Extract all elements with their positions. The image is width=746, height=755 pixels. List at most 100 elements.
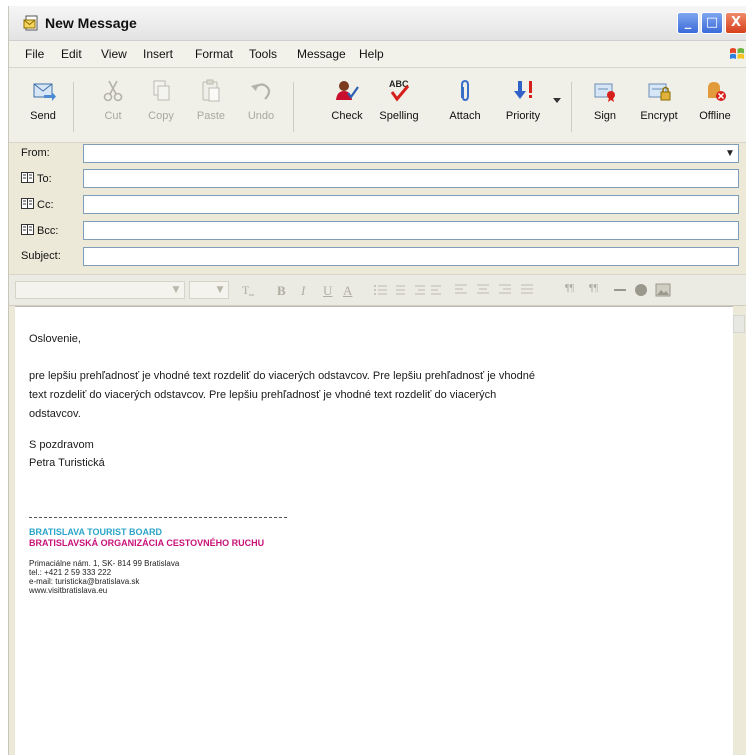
toolbar-separator bbox=[571, 82, 572, 132]
signature-website[interactable]: www.visitbratislava.eu bbox=[29, 586, 107, 595]
italic-button[interactable]: I bbox=[301, 283, 305, 299]
greeting-text: Oslovenie, bbox=[29, 333, 81, 345]
offline-icon bbox=[708, 82, 726, 101]
chevron-down-icon: ▼ bbox=[172, 285, 180, 295]
main-toolbar: Send Cut Copy Paste Undo Check ABC Spell… bbox=[9, 68, 746, 143]
alignment-buttons[interactable] bbox=[453, 283, 553, 297]
svg-text:T: T bbox=[242, 283, 250, 297]
cc-row: Cc: bbox=[9, 195, 746, 215]
subject-input[interactable] bbox=[83, 247, 739, 266]
signature-org-en: BRATISLAVA TOURIST BOARD bbox=[29, 527, 162, 537]
sign-button[interactable]: Sign bbox=[579, 78, 631, 134]
paragraph-style-icon[interactable]: T bbox=[241, 283, 255, 297]
cc-input[interactable] bbox=[83, 195, 739, 214]
formatting-toolbar: ▼ ▼ T B I U A ¶¶ ¶¶ bbox=[9, 274, 746, 306]
windows-logo-icon bbox=[730, 48, 744, 59]
signature-org-sk: BRATISLAVSKÁ ORGANIZÁCIA CESTOVNÉHO RUCH… bbox=[29, 538, 265, 548]
bold-button[interactable]: B bbox=[277, 283, 286, 299]
bcc-address-book-button[interactable]: Bcc: bbox=[21, 224, 58, 237]
from-row: From: ▼ bbox=[9, 144, 746, 164]
font-color-button[interactable]: A bbox=[343, 283, 352, 299]
signature-divider bbox=[29, 517, 287, 518]
to-address-book-button[interactable]: To: bbox=[21, 172, 52, 185]
send-icon bbox=[33, 83, 56, 101]
signature-phone: tel.: +421 2 59 333 222 bbox=[29, 568, 112, 577]
toolbar-separator bbox=[293, 82, 294, 132]
close-button[interactable]: X bbox=[725, 12, 746, 34]
encrypt-icon bbox=[648, 83, 671, 101]
bcc-row: Bcc: bbox=[9, 221, 746, 241]
message-header-fields: From: ▼ To: Cc: Bcc: Subject: bbox=[9, 143, 746, 273]
horizontal-line-icon[interactable] bbox=[613, 283, 627, 297]
check-names-button[interactable]: Check bbox=[321, 78, 373, 134]
send-button[interactable]: Send bbox=[17, 78, 69, 134]
spelling-icon: ABC bbox=[389, 79, 410, 102]
paperclip-icon bbox=[461, 79, 469, 102]
insert-hyperlink-icon[interactable] bbox=[633, 282, 649, 298]
priority-dropdown-icon[interactable] bbox=[553, 98, 561, 104]
signature-address: Primaciálne nám. 1, SK- 814 99 Bratislav… bbox=[29, 559, 180, 568]
menu-insert[interactable]: Insert bbox=[143, 47, 173, 61]
signature-email[interactable]: e-mail: turisticka@bratislava.sk bbox=[29, 577, 139, 586]
left-to-right-button[interactable]: ¶¶ bbox=[565, 283, 574, 294]
cc-address-book-button[interactable]: Cc: bbox=[21, 198, 54, 211]
to-row: To: bbox=[9, 169, 746, 189]
scissors-icon bbox=[103, 80, 123, 102]
sender-name: Petra Turistická bbox=[29, 457, 105, 469]
paste-icon bbox=[202, 79, 220, 102]
toolbar-separator bbox=[73, 82, 74, 132]
menu-view[interactable]: View bbox=[101, 47, 127, 61]
chevron-down-icon[interactable]: ▼ bbox=[722, 145, 738, 162]
subject-row: Subject: bbox=[9, 247, 746, 267]
menu-help[interactable]: Help bbox=[359, 47, 384, 61]
new-message-window: New Message _ □ X File Edit View Insert … bbox=[8, 6, 746, 755]
menu-bar: File Edit View Insert Format Tools Messa… bbox=[9, 41, 746, 68]
font-name-select[interactable]: ▼ bbox=[15, 281, 185, 299]
bcc-label: Bcc: bbox=[37, 225, 59, 237]
list-buttons[interactable] bbox=[373, 283, 443, 297]
attach-button[interactable]: Attach bbox=[439, 78, 491, 134]
offline-button[interactable]: Offline bbox=[689, 78, 741, 134]
sign-icon bbox=[594, 83, 615, 102]
menu-edit[interactable]: Edit bbox=[61, 47, 82, 61]
bcc-input[interactable] bbox=[83, 221, 739, 240]
address-book-icon bbox=[21, 198, 34, 209]
right-to-left-button[interactable]: ¶¶ bbox=[589, 283, 598, 294]
insert-picture-icon[interactable] bbox=[655, 282, 671, 298]
to-label: To: bbox=[37, 173, 52, 185]
new-message-icon bbox=[23, 15, 38, 31]
address-book-icon bbox=[21, 224, 34, 235]
menu-file[interactable]: File bbox=[25, 47, 44, 61]
encrypt-button[interactable]: Encrypt bbox=[633, 78, 685, 134]
address-book-icon bbox=[21, 172, 34, 183]
undo-icon bbox=[251, 83, 271, 100]
body-paragraph: pre lepšiu prehľadnosť je vhodné text ro… bbox=[29, 370, 535, 420]
to-input[interactable] bbox=[83, 169, 739, 188]
spelling-button[interactable]: ABC Spelling bbox=[373, 78, 425, 134]
undo-button[interactable]: Undo bbox=[235, 78, 287, 134]
menu-format[interactable]: Format bbox=[195, 47, 233, 61]
minimize-button[interactable]: _ bbox=[677, 12, 699, 34]
title-bar: New Message _ □ X bbox=[9, 6, 746, 41]
from-select[interactable]: ▼ bbox=[83, 144, 739, 163]
chevron-down-icon: ▼ bbox=[216, 285, 224, 295]
underline-button[interactable]: U bbox=[323, 283, 332, 299]
from-label: From: bbox=[21, 147, 50, 159]
priority-button[interactable]: Priority bbox=[497, 78, 549, 134]
paste-button[interactable]: Paste bbox=[185, 78, 237, 134]
copy-button[interactable]: Copy bbox=[135, 78, 187, 134]
window-title: New Message bbox=[45, 15, 137, 31]
closing-text: S pozdravom bbox=[29, 439, 94, 451]
cc-label: Cc: bbox=[37, 199, 54, 211]
subject-label: Subject: bbox=[21, 250, 61, 262]
scrollbar[interactable] bbox=[733, 315, 745, 333]
cut-button[interactable]: Cut bbox=[87, 78, 139, 134]
font-size-select[interactable]: ▼ bbox=[189, 281, 229, 299]
menu-tools[interactable]: Tools bbox=[249, 47, 277, 61]
copy-icon bbox=[153, 80, 170, 101]
check-names-icon bbox=[336, 81, 359, 100]
priority-icon bbox=[514, 81, 532, 99]
maximize-button[interactable]: □ bbox=[701, 12, 723, 34]
menu-message[interactable]: Message bbox=[297, 47, 346, 61]
message-body-editor[interactable]: Oslovenie, pre lepšiu prehľadnosť je vho… bbox=[15, 306, 745, 755]
